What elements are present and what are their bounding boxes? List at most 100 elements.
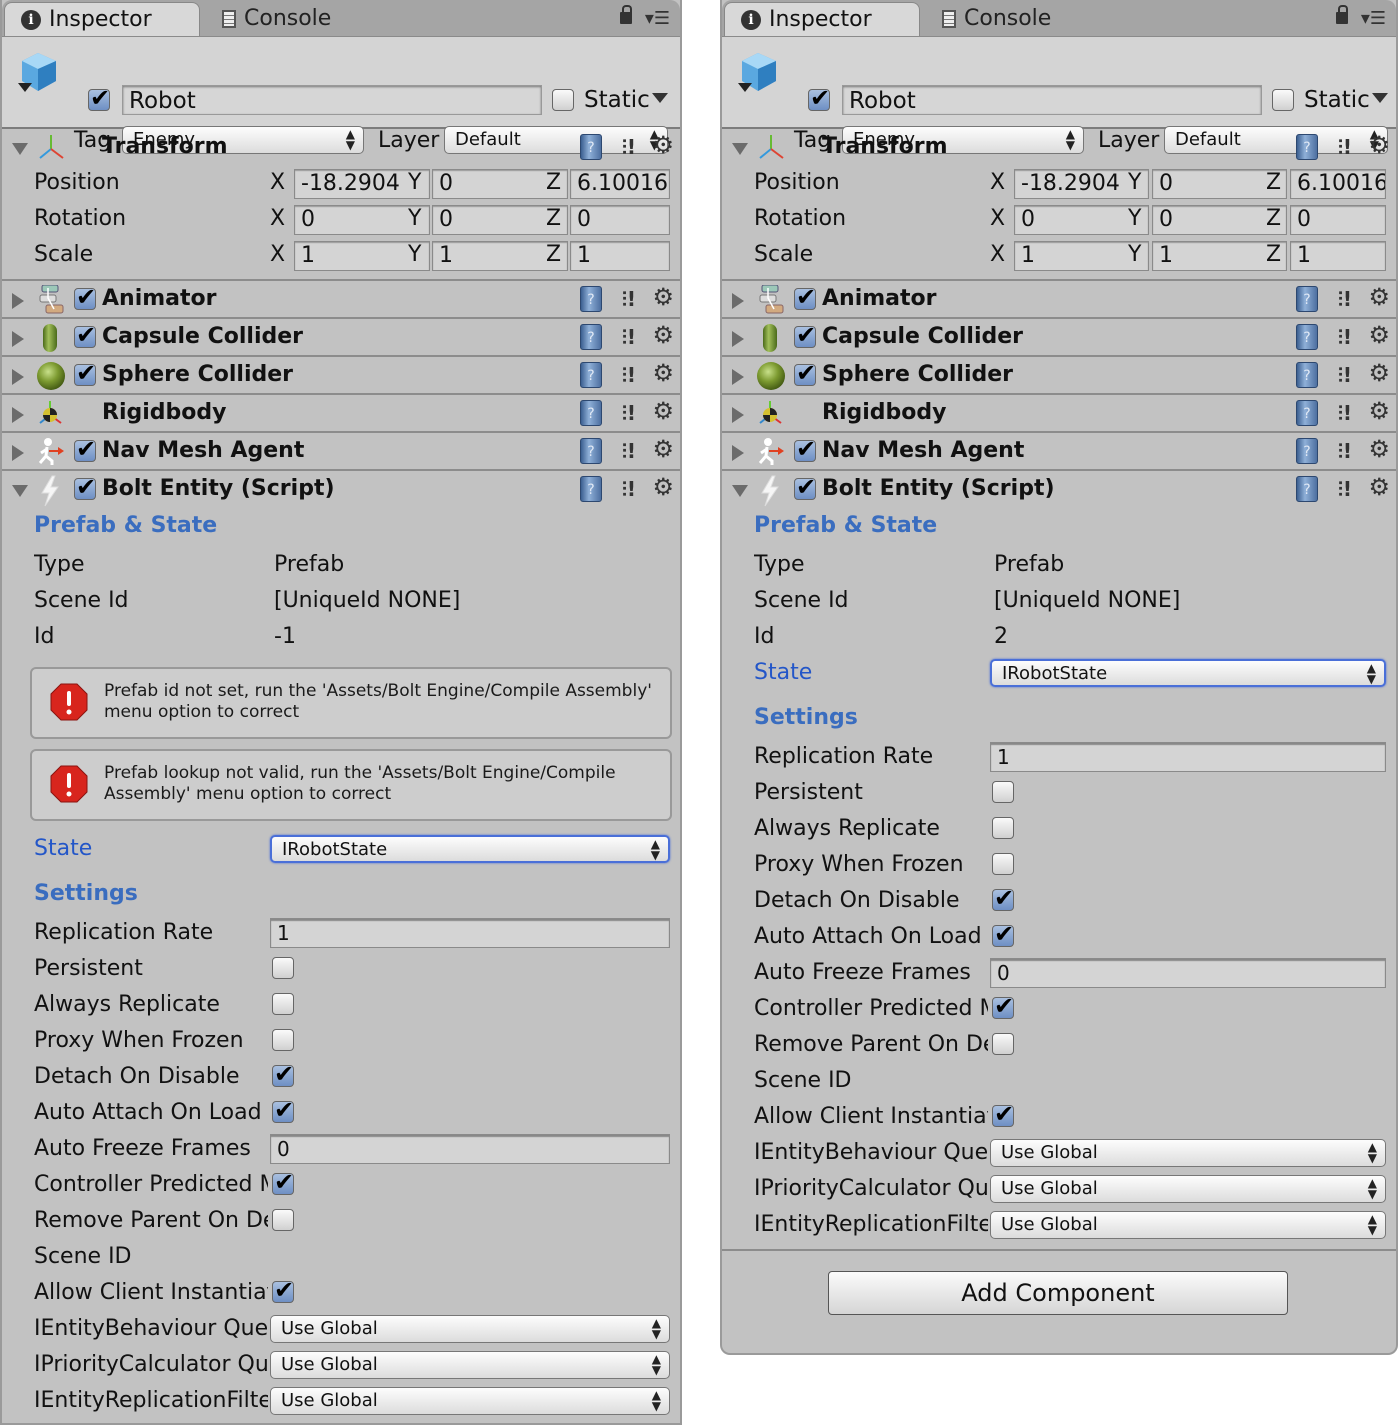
foldout-closed-icon[interactable] — [12, 293, 24, 309]
foldout-open-icon[interactable] — [732, 143, 748, 155]
auto-attach-on-load-checkbox[interactable] — [272, 1096, 294, 1124]
object-name-input[interactable]: Robot — [122, 85, 542, 115]
gear-icon[interactable]: ⚙ — [652, 283, 674, 311]
z-axis-label[interactable]: Z — [546, 165, 561, 201]
query-dropdown[interactable]: Use Global ▲ ▼ — [990, 1175, 1386, 1203]
gear-icon[interactable]: ⚙ — [1368, 397, 1390, 425]
replication-rate-input[interactable]: 1 — [270, 918, 670, 948]
foldout-closed-icon[interactable] — [732, 293, 744, 309]
help-book-icon[interactable]: ? — [580, 400, 602, 426]
preset-sliders-icon[interactable]: ⫶! — [1338, 439, 1352, 463]
proxy-when-frozen-checkbox[interactable] — [992, 853, 1014, 875]
gear-icon[interactable]: ⚙ — [1368, 435, 1390, 463]
component-enabled-checkbox[interactable] — [74, 435, 96, 463]
query-dropdown[interactable]: Use Global ▲ ▼ — [990, 1139, 1386, 1167]
gear-icon[interactable]: ⚙ — [652, 359, 674, 387]
x-axis-label[interactable]: X — [270, 201, 285, 237]
gear-icon[interactable]: ⚙ — [652, 435, 674, 463]
component-header[interactable]: Animator ? ⫶! ⚙ — [722, 281, 1396, 317]
persistent-checkbox[interactable] — [992, 781, 1014, 803]
component-header[interactable]: Transform ? ⫶! ⚙ — [2, 129, 680, 165]
query-dropdown[interactable]: Use Global ▲ ▼ — [990, 1211, 1386, 1239]
y-axis-label[interactable]: Y — [1128, 165, 1141, 201]
icon-dropdown-arrow-icon[interactable] — [18, 83, 32, 92]
tab-menu-icon[interactable]: ▾☰ — [1361, 8, 1386, 29]
help-book-icon[interactable]: ? — [580, 438, 602, 464]
static-checkbox[interactable] — [552, 89, 574, 111]
allow-client-instantiate-checkbox[interactable] — [272, 1276, 294, 1304]
active-toggle[interactable] — [88, 84, 110, 112]
component-header[interactable]: Nav Mesh Agent ? ⫶! ⚙ — [2, 433, 680, 469]
proxy-when-frozen-checkbox[interactable] — [272, 1029, 294, 1051]
foldout-open-icon[interactable] — [12, 485, 28, 497]
state-dropdown[interactable]: IRobotState ▲ ▼ — [990, 659, 1386, 687]
y-axis-label[interactable]: Y — [1128, 237, 1141, 273]
component-enabled-checkbox[interactable] — [74, 283, 96, 311]
component-enabled-checkbox[interactable] — [794, 473, 816, 501]
replication-rate-input[interactable]: 1 — [990, 742, 1386, 772]
static-dropdown-icon[interactable] — [652, 93, 668, 103]
preset-sliders-icon[interactable]: ⫶! — [622, 287, 636, 311]
always-replicate-checkbox[interactable] — [272, 993, 294, 1015]
remove-parent-on-detach-checkbox[interactable] — [272, 1209, 294, 1231]
help-book-icon[interactable]: ? — [1296, 362, 1318, 388]
component-header[interactable]: Animator ? ⫶! ⚙ — [2, 281, 680, 317]
preset-sliders-icon[interactable]: ⫶! — [622, 477, 636, 501]
preset-sliders-icon[interactable]: ⫶! — [1338, 287, 1352, 311]
component-header[interactable]: Bolt Entity (Script) ? ⫶! ⚙ — [2, 471, 680, 507]
y-axis-label[interactable]: Y — [408, 201, 421, 237]
foldout-closed-icon[interactable] — [12, 369, 24, 385]
x-axis-label[interactable]: X — [990, 201, 1005, 237]
component-header[interactable]: Rigidbody ? ⫶! ⚙ — [2, 395, 680, 431]
object-name-input[interactable]: Robot — [842, 85, 1262, 115]
y-axis-label[interactable]: Y — [1128, 201, 1141, 237]
gear-icon[interactable]: ⚙ — [652, 397, 674, 425]
help-book-icon[interactable]: ? — [1296, 286, 1318, 312]
query-dropdown[interactable]: Use Global ▲ ▼ — [270, 1351, 670, 1379]
help-book-icon[interactable]: ? — [1296, 438, 1318, 464]
detach-on-disable-checkbox[interactable] — [992, 884, 1014, 912]
y-axis-label[interactable]: Y — [408, 237, 421, 273]
lock-icon[interactable] — [1336, 5, 1348, 24]
preset-sliders-icon[interactable]: ⫶! — [622, 135, 636, 159]
gear-icon[interactable]: ⚙ — [1368, 321, 1390, 349]
help-book-icon[interactable]: ? — [580, 286, 602, 312]
component-header[interactable]: Rigidbody ? ⫶! ⚙ — [722, 395, 1396, 431]
help-book-icon[interactable]: ? — [1296, 400, 1318, 426]
add-component-button[interactable]: Add Component — [828, 1271, 1288, 1315]
component-header[interactable]: Nav Mesh Agent ? ⫶! ⚙ — [722, 433, 1396, 469]
active-toggle[interactable] — [808, 84, 830, 112]
x-axis-label[interactable]: X — [270, 237, 285, 273]
preset-sliders-icon[interactable]: ⫶! — [622, 363, 636, 387]
persistent-checkbox[interactable] — [272, 957, 294, 979]
always-replicate-checkbox[interactable] — [992, 817, 1014, 839]
component-enabled-checkbox[interactable] — [794, 321, 816, 349]
component-enabled-checkbox[interactable] — [74, 321, 96, 349]
preset-sliders-icon[interactable]: ⫶! — [622, 325, 636, 349]
component-header[interactable]: Transform ? ⫶! ⚙ — [722, 129, 1396, 165]
tab-console[interactable]: Console — [926, 2, 1126, 36]
component-enabled-checkbox[interactable] — [74, 473, 96, 501]
preset-sliders-icon[interactable]: ⫶! — [1338, 135, 1352, 159]
help-book-icon[interactable]: ? — [1296, 476, 1318, 502]
tab-inspector[interactable]: i Inspector — [724, 2, 920, 36]
preset-sliders-icon[interactable]: ⫶! — [1338, 401, 1352, 425]
component-header[interactable]: Sphere Collider ? ⫶! ⚙ — [2, 357, 680, 393]
remove-parent-on-detach-checkbox[interactable] — [992, 1033, 1014, 1055]
help-book-icon[interactable]: ? — [1296, 324, 1318, 350]
z-axis-label[interactable]: Z — [546, 237, 561, 273]
foldout-closed-icon[interactable] — [732, 331, 744, 347]
gear-icon[interactable]: ⚙ — [652, 131, 674, 159]
z-field[interactable]: 1 — [570, 241, 670, 271]
allow-client-instantiate-checkbox[interactable] — [992, 1100, 1014, 1128]
controller-predicted-movement-checkbox[interactable] — [272, 1168, 294, 1196]
auto-attach-on-load-checkbox[interactable] — [992, 920, 1014, 948]
component-enabled-checkbox[interactable] — [74, 359, 96, 387]
static-dropdown-icon[interactable] — [1372, 93, 1388, 103]
controller-predicted-movement-checkbox[interactable] — [992, 992, 1014, 1020]
component-header[interactable]: Sphere Collider ? ⫶! ⚙ — [722, 357, 1396, 393]
foldout-closed-icon[interactable] — [732, 407, 744, 423]
state-dropdown[interactable]: IRobotState ▲ ▼ — [270, 835, 670, 863]
x-axis-label[interactable]: X — [990, 237, 1005, 273]
tab-inspector[interactable]: i Inspector — [4, 2, 200, 36]
